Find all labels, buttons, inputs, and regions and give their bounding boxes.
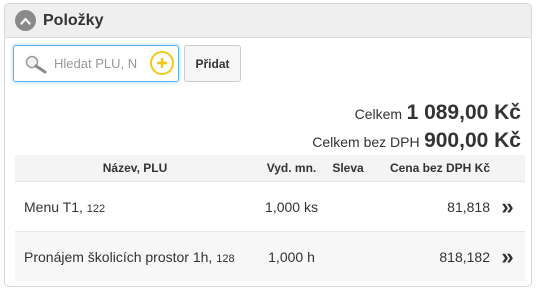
add-button[interactable]: Přidat xyxy=(184,45,241,82)
header-discount: Sleva xyxy=(328,155,368,182)
search-icon xyxy=(24,54,48,74)
row-qty: 1,000 h xyxy=(255,231,328,281)
search-row: Přidat xyxy=(13,45,241,82)
items-table: Název, PLU Vyd. mn. Sleva Cena bez DPH K… xyxy=(15,155,525,281)
table-header-row: Název, PLU Vyd. mn. Sleva Cena bez DPH K… xyxy=(15,155,525,182)
row-action-cell: » xyxy=(490,181,525,232)
row-name: Menu T1, xyxy=(24,198,83,215)
search-box[interactable] xyxy=(13,45,179,82)
row-qty: 1,000 ks xyxy=(255,181,328,232)
totals: Celkem 1 089,00 Kč Celkem bez DPH 900,00… xyxy=(312,100,521,156)
total-label: Celkem xyxy=(354,106,403,122)
row-plu: 122 xyxy=(86,202,106,215)
chevron-right-icon[interactable]: » xyxy=(501,194,513,219)
header-action xyxy=(490,155,525,182)
row-action-cell: » xyxy=(490,231,525,281)
table-row[interactable]: Pronájem školicích prostor 1h, 128 1,000… xyxy=(15,231,525,281)
total-net-label: Celkem bez DPH xyxy=(312,134,420,150)
total-net-line: Celkem bez DPH 900,00 Kč xyxy=(312,128,521,156)
plus-circle-icon[interactable] xyxy=(150,51,174,75)
table-row[interactable]: Menu T1, 122 1,000 ks 81,818 » xyxy=(15,181,525,232)
header-qty: Vyd. mn. xyxy=(255,155,328,182)
header-name: Název, PLU xyxy=(15,155,255,182)
row-discount xyxy=(328,181,368,232)
row-name-cell: Menu T1, 122 xyxy=(15,181,255,232)
total-net-value: 900,00 Kč xyxy=(424,129,521,152)
panel-header: Položky xyxy=(5,4,531,38)
row-discount xyxy=(328,231,368,281)
panel-title: Položky xyxy=(43,11,104,29)
header-price: Cena bez DPH Kč xyxy=(368,155,490,182)
total-line: Celkem 1 089,00 Kč xyxy=(312,100,521,128)
row-plu: 128 xyxy=(216,252,235,265)
row-price: 81,818 xyxy=(368,181,490,232)
search-input[interactable] xyxy=(54,56,138,71)
items-panel: Položky Přidat Celkem 1 089,00 Kč xyxy=(4,3,532,287)
row-price: 818,182 xyxy=(368,231,490,281)
chevron-up-icon[interactable] xyxy=(15,10,36,31)
row-name-cell: Pronájem školicích prostor 1h, 128 xyxy=(15,231,255,281)
chevron-right-icon[interactable]: » xyxy=(501,244,513,269)
row-name: Pronájem školicích prostor 1h, xyxy=(24,248,213,265)
total-value: 1 089,00 Kč xyxy=(406,101,521,124)
